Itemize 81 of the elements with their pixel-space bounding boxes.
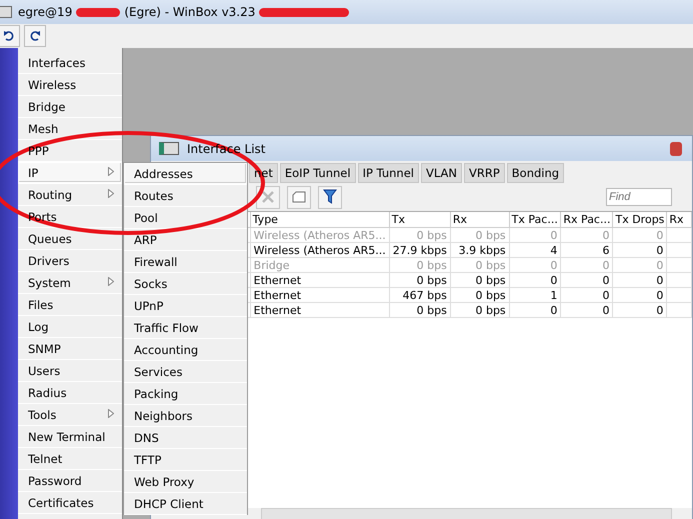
table-cell: 0 — [509, 272, 561, 288]
submenu-item[interactable]: Pool — [124, 207, 247, 229]
table-cell: 0 bps — [389, 258, 450, 272]
table-cell: 1 — [509, 288, 561, 302]
table-cell: 0 — [560, 258, 613, 272]
submenu-item[interactable]: DHCP Client — [124, 493, 247, 515]
tab[interactable]: EoIP Tunnel — [280, 163, 356, 183]
submenu-item[interactable]: Socks — [124, 273, 247, 295]
comment-button[interactable] — [287, 186, 311, 208]
table-cell: 0 bps — [450, 272, 510, 288]
table-cell: 4 — [509, 242, 561, 258]
close-button[interactable] — [670, 142, 682, 156]
column-header[interactable]: Tx Pac... — [509, 212, 561, 228]
table-cell: 0 bps — [450, 288, 510, 302]
table-cell: 0 — [612, 242, 667, 258]
table-cell: Ethernet — [250, 272, 390, 288]
redaction-scribble — [76, 8, 120, 16]
undo-button[interactable] — [0, 25, 20, 47]
submenu-item[interactable]: Services — [124, 361, 247, 383]
table-cell: 0 bps — [389, 272, 450, 288]
menu-item[interactable]: IP — [18, 162, 122, 184]
window-icon — [159, 142, 179, 155]
table-cell: 0 — [560, 228, 613, 242]
column-header[interactable]: Type — [250, 212, 390, 228]
redo-icon — [29, 30, 41, 42]
table-cell: 0 — [612, 302, 667, 318]
table-cell: 0 — [509, 302, 561, 318]
filter-button[interactable] — [318, 186, 342, 208]
horizontal-scrollbar[interactable] — [261, 508, 672, 519]
submenu-item[interactable]: Accounting — [124, 339, 247, 361]
table-cell: 0 — [560, 288, 613, 302]
table-cell: 3.9 kbps — [450, 242, 510, 258]
table-cell: 0 bps — [450, 258, 510, 272]
column-header[interactable]: Rx — [666, 212, 692, 228]
submenu-item[interactable]: ARP — [124, 229, 247, 251]
table-cell: 467 bps — [389, 288, 450, 302]
table-cell: 0 bps — [450, 302, 510, 318]
table-cell: 0 — [612, 272, 667, 288]
submenu-item[interactable]: Packing — [124, 383, 247, 405]
redo-button[interactable] — [24, 25, 46, 47]
column-header[interactable]: Rx Pac... — [560, 212, 613, 228]
table-cell: 0 bps — [389, 302, 450, 318]
submenu-item[interactable]: DNS — [124, 427, 247, 449]
table-cell: Ethernet — [250, 288, 390, 302]
table-cell: 0 bps — [450, 228, 510, 242]
table-cell: 0 — [509, 258, 561, 272]
submenu-item[interactable]: Addresses — [124, 163, 247, 185]
table-cell: Ethernet — [250, 302, 390, 318]
table-cell: 0 — [612, 228, 667, 242]
column-header[interactable]: Tx — [389, 212, 450, 228]
table-cell: 0 — [509, 228, 561, 242]
tab[interactable]: VRRP — [464, 163, 505, 183]
column-header[interactable]: Rx — [450, 212, 510, 228]
tab[interactable]: IP Tunnel — [358, 163, 419, 183]
window-title: egre@19 — [18, 5, 72, 19]
table-cell: 0 — [612, 258, 667, 272]
table-cell: 0 — [560, 302, 613, 318]
note-icon — [292, 191, 306, 203]
undo-icon — [3, 30, 15, 42]
table-cell: 6 — [560, 242, 613, 258]
table-cell: 0 bps — [389, 228, 450, 242]
table-cell: 27.9 kbps — [389, 242, 450, 258]
window-title: (Egre) - WinBox v3.23 — [124, 5, 256, 19]
table-cell: 0 — [560, 272, 613, 288]
submenu-item[interactable]: Routes — [124, 185, 247, 207]
submenu-item[interactable]: Neighbors — [124, 405, 247, 427]
cross-icon — [261, 190, 275, 204]
filter-icon — [323, 189, 337, 205]
table-cell: Wireless (Atheros AR5... — [250, 228, 390, 242]
find-field[interactable]: Find — [606, 188, 672, 206]
table-cell: Wireless (Atheros AR5... — [250, 242, 390, 258]
submenu-item[interactable]: Web Proxy — [124, 471, 247, 493]
submenu-item[interactable]: TFTP — [124, 449, 247, 471]
column-header[interactable]: Tx Drops — [612, 212, 667, 228]
submenu-item[interactable]: Traffic Flow — [124, 317, 247, 339]
table-cell: 0 — [612, 288, 667, 302]
submenu-item[interactable]: Firewall — [124, 251, 247, 273]
tab[interactable]: Bonding — [506, 163, 564, 183]
submenu-item[interactable]: UPnP — [124, 295, 247, 317]
tab[interactable]: VLAN — [420, 163, 462, 183]
table-cell: Bridge — [250, 258, 390, 272]
